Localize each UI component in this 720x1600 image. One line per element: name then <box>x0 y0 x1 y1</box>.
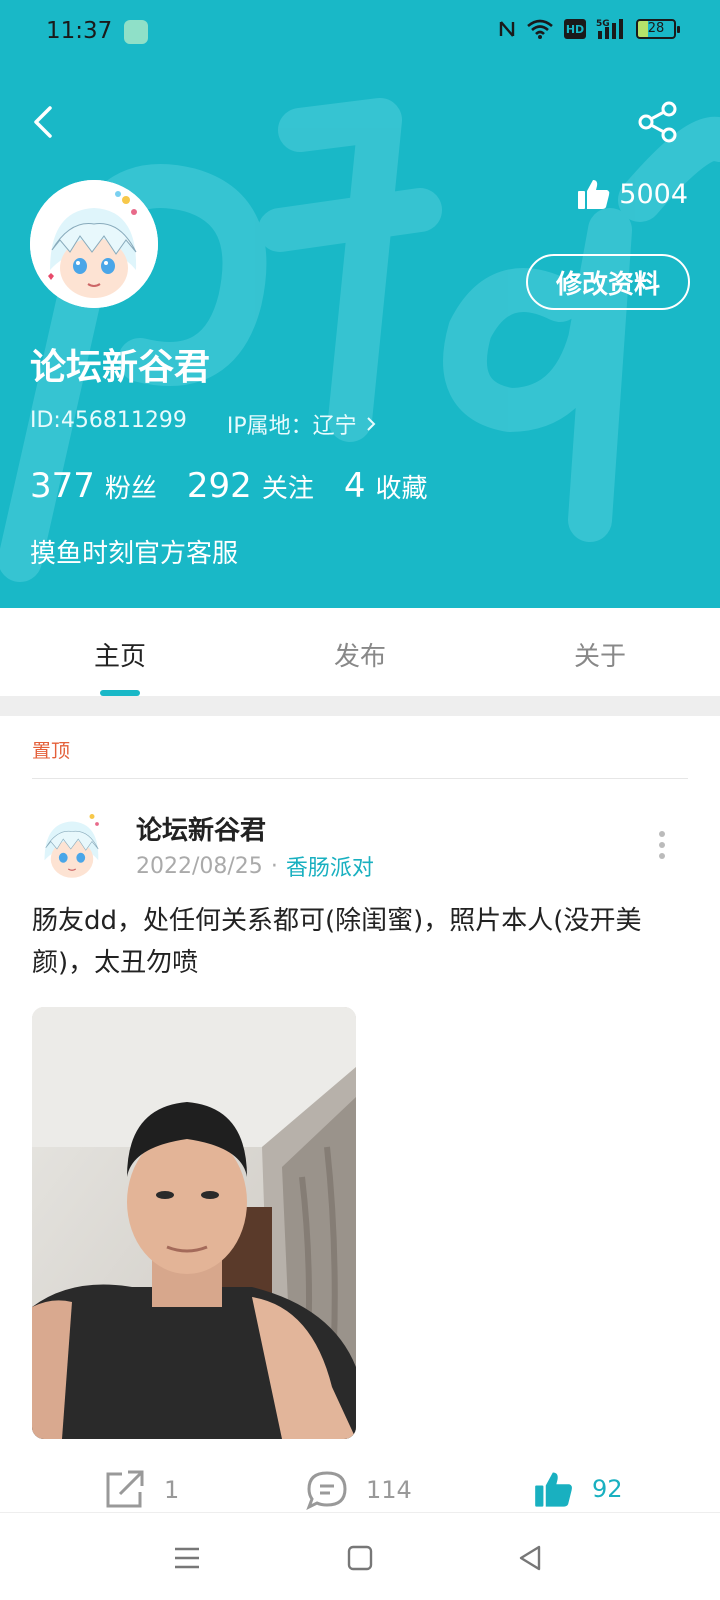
edit-profile-button[interactable]: 修改资料 <box>526 254 690 310</box>
anime-avatar-image <box>30 180 158 308</box>
wifi-icon <box>527 19 553 39</box>
user-id: ID:456811299 <box>30 408 187 433</box>
share-action[interactable]: 1 <box>104 1470 179 1510</box>
id-row: ID:456811299 IP属地：辽宁 <box>30 408 377 440</box>
pinned-label: 置顶 <box>32 740 71 762</box>
total-likes: 5004 <box>577 178 688 210</box>
profile-header: 11:37 HD 5G 28 5004 修改资料 论坛新谷君 ID:456811… <box>0 0 720 608</box>
status-bar: 11:37 HD 5G 28 <box>0 0 720 66</box>
thumbs-up-icon <box>535 1472 572 1507</box>
post-meta: 2022/08/25 · 香肠派对 <box>136 850 374 882</box>
post-author-avatar[interactable] <box>32 804 112 884</box>
notification-app-icon <box>124 20 148 44</box>
nfc-icon <box>499 21 515 37</box>
profile-username: 论坛新谷君 <box>30 347 211 388</box>
post-photo[interactable] <box>32 1007 356 1439</box>
comment-count: 114 <box>366 1476 412 1504</box>
followers-label: 粉丝 <box>104 474 157 504</box>
post-topic-link[interactable]: 香肠派对 <box>286 850 374 882</box>
meta-separator: · <box>270 853 278 879</box>
more-options-button[interactable] <box>656 830 668 860</box>
battery-level: 28 <box>647 21 665 36</box>
total-likes-count: 5004 <box>619 178 688 210</box>
status-icons: HD 5G 28 <box>498 17 680 41</box>
favorites-stat[interactable]: 4 收藏 <box>344 466 428 506</box>
anime-avatar-image <box>32 804 112 884</box>
followers-stat[interactable]: 377 粉丝 <box>30 466 157 506</box>
comment-icon <box>306 1471 347 1510</box>
back-button[interactable] <box>24 100 64 144</box>
following-stat[interactable]: 292 关注 <box>187 466 314 506</box>
share-out-icon <box>106 1470 144 1508</box>
following-label: 关注 <box>261 474 314 504</box>
thumbs-up-icon <box>578 180 610 209</box>
menu-nav-button[interactable] <box>172 1543 202 1573</box>
hd-icon: HD <box>564 19 586 39</box>
ip-location[interactable]: IP属地：辽宁 <box>227 408 377 440</box>
post-date: 2022/08/25 <box>136 853 263 879</box>
like-action[interactable]: 92 <box>534 1470 623 1508</box>
svg-text:HD: HD <box>566 23 584 36</box>
home-nav-button[interactable] <box>345 1543 375 1573</box>
tab-posts[interactable]: 发布 <box>240 608 480 696</box>
followers-count: 377 <box>30 466 95 506</box>
divider <box>32 778 688 779</box>
signal-icon: 5G <box>596 19 623 39</box>
back-nav-button[interactable] <box>515 1543 545 1573</box>
system-nav-bar <box>0 1512 720 1600</box>
like-count: 92 <box>592 1475 623 1503</box>
favorites-count: 4 <box>343 466 366 506</box>
chevron-right-icon <box>366 417 376 431</box>
post-author-name[interactable]: 论坛新谷君 <box>136 810 266 847</box>
comment-action[interactable]: 114 <box>306 1470 412 1510</box>
share-count: 1 <box>164 1476 180 1504</box>
battery-icon: 28 <box>636 19 680 39</box>
ip-location-text: IP属地：辽宁 <box>226 414 357 439</box>
favorites-label: 收藏 <box>375 474 428 504</box>
stats-row: 377 粉丝 292 关注 4 收藏 <box>30 466 428 506</box>
profile-tabs: 主页 发布 关于 <box>0 608 720 696</box>
tab-about[interactable]: 关于 <box>480 608 720 696</box>
following-count: 292 <box>186 466 252 506</box>
section-divider <box>0 696 720 716</box>
status-time: 11:37 <box>46 18 113 44</box>
avatar[interactable] <box>30 180 158 308</box>
selfie-photo <box>32 1007 356 1439</box>
share-button[interactable] <box>636 100 680 144</box>
profile-bio: 摸鱼时刻官方客服 <box>30 539 239 569</box>
post-content: 肠友dd，处任何关系都可(除闺蜜)，照片本人(没开美颜)，太丑勿喷 <box>32 906 642 978</box>
tab-home[interactable]: 主页 <box>0 608 240 696</box>
